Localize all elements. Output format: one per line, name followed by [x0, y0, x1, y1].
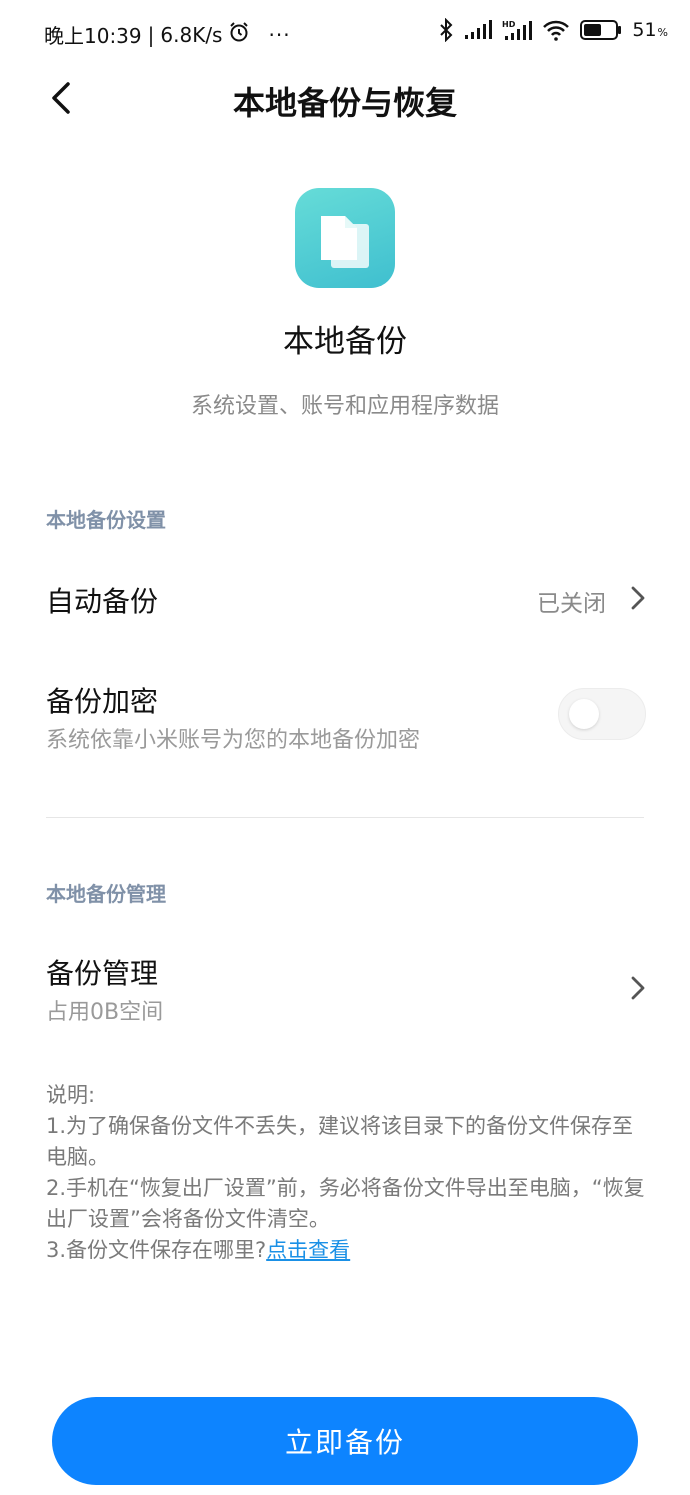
document-copy-icon	[295, 188, 395, 288]
notes-heading: 说明:	[46, 1083, 96, 1107]
auto-backup-title: 自动备份	[46, 585, 159, 618]
signal-icon	[464, 20, 493, 40]
chevron-right-icon	[626, 582, 650, 614]
notes-line-3: 3.备份文件保存在哪里?点击查看	[46, 1235, 646, 1266]
encryption-description: 系统依靠小米账号为您的本地备份加密	[46, 728, 421, 753]
status-bar-right: HD 51%	[438, 18, 668, 42]
backup-now-label: 立即备份	[284, 1426, 405, 1459]
status-more-indicator: ···	[268, 22, 291, 47]
view-location-link[interactable]: 点击查看	[266, 1238, 350, 1262]
toggle-knob	[569, 699, 599, 729]
notes-line-3-text: 3.备份文件保存在哪里?	[46, 1238, 267, 1262]
auto-backup-row[interactable]: 自动备份 已关闭	[0, 560, 690, 640]
backup-notes: 说明: 1.为了确保备份文件不丢失，建议将该目录下的备份文件保存至电脑。 2.手…	[46, 1080, 646, 1266]
page-title: 本地备份与恢复	[232, 84, 457, 122]
chevron-right-icon	[626, 972, 650, 1004]
backup-manage-row[interactable]: 备份管理 占用0B空间	[0, 940, 690, 1036]
notes-line-1: 1.为了确保备份文件不丢失，建议将该目录下的备份文件保存至电脑。	[46, 1114, 634, 1169]
status-network-speed: 6.8K/s	[160, 22, 223, 47]
battery-percentage: 51%	[632, 19, 668, 41]
alarm-icon	[228, 21, 250, 48]
backup-type-description: 系统设置、账号和应用程序数据	[190, 394, 499, 419]
section-label-manage: 本地备份管理	[46, 882, 166, 906]
status-separator: |	[147, 22, 155, 47]
wifi-icon	[542, 19, 570, 41]
encryption-title: 备份加密	[46, 685, 159, 718]
encryption-toggle[interactable]	[558, 688, 646, 740]
status-time: 晚上10:39	[44, 24, 142, 48]
backup-type-title: 本地备份	[283, 324, 407, 360]
hd-signal-icon: HD	[502, 19, 533, 41]
status-bar-left: 晚上10:39 | 6.8K/s ···	[44, 20, 291, 49]
auto-backup-status: 已关闭	[537, 591, 606, 617]
svg-text:HD: HD	[502, 20, 516, 29]
section-divider	[46, 817, 644, 818]
backup-manage-storage: 占用0B空间	[46, 1000, 164, 1025]
bluetooth-icon	[438, 18, 454, 42]
notes-line-2: 2.手机在“恢复出厂设置”前，务必将备份文件导出至电脑，“恢复出厂设置”会将备份…	[46, 1176, 645, 1231]
section-label-settings: 本地备份设置	[46, 508, 166, 532]
backup-now-button[interactable]: 立即备份	[52, 1397, 638, 1485]
battery-icon	[580, 19, 622, 41]
backup-manage-title: 备份管理	[46, 957, 159, 990]
